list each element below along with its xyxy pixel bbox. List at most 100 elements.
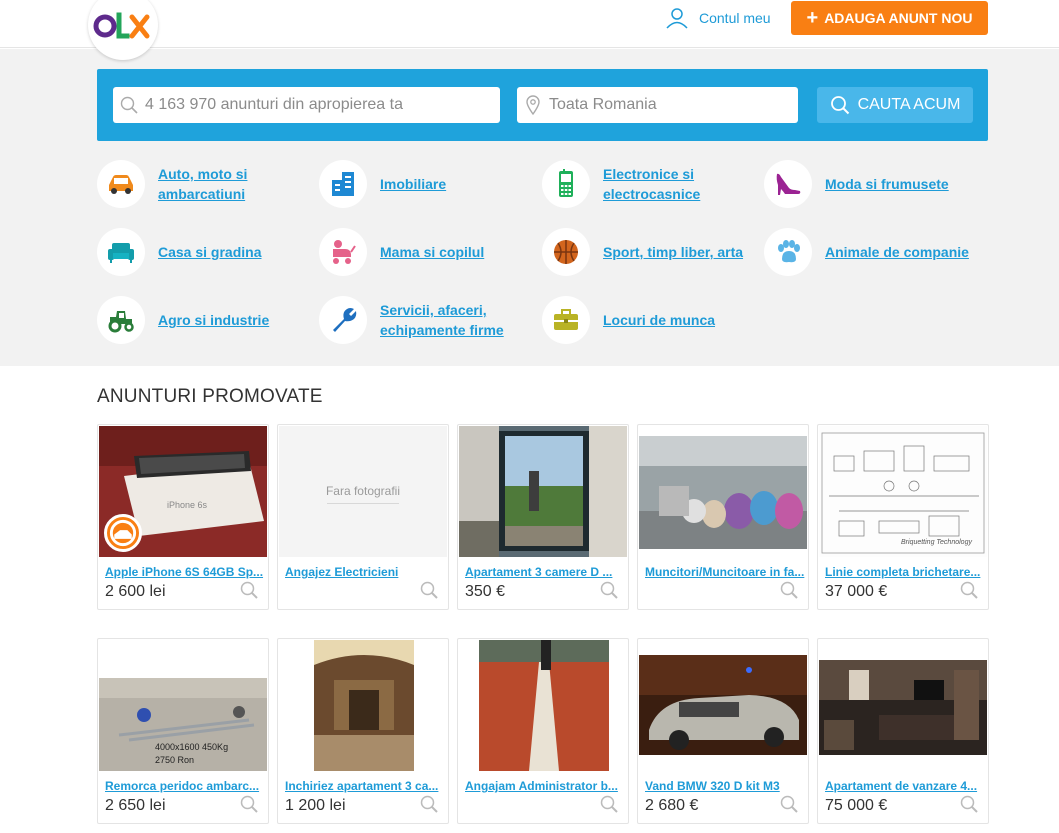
listing-photo	[639, 426, 807, 557]
listing-price: 350 €	[465, 583, 506, 600]
listing-price: 2 600 lei	[105, 583, 166, 600]
category-label: Animale de companie	[825, 244, 969, 260]
search-bar: CAUTA ACUM	[97, 69, 988, 141]
location-input[interactable]	[549, 87, 798, 123]
trailer-price-caption: 2750 Ron	[155, 755, 194, 765]
listing-card[interactable]: Apartament 3 camere D ... 350 €	[457, 424, 629, 610]
location-pin-icon	[517, 95, 549, 115]
category-servicii[interactable]: Servicii, afaceri, echipamente firme	[319, 296, 534, 344]
add-listing-button[interactable]: + ADAUGA ANUNT NOU	[791, 1, 988, 35]
listing-price: 37 000 €	[825, 583, 888, 600]
category-imobiliare[interactable]: Imobiliare	[319, 160, 534, 208]
listing-photo	[639, 640, 807, 771]
wrench-icon	[319, 296, 367, 344]
zoom-icon[interactable]	[240, 795, 258, 813]
promoted-title: ANUNTURI PROMOVATE	[97, 386, 323, 407]
listing-card[interactable]: 4000x1600 450Kg 2750 Ron Remorca peridoc…	[97, 638, 269, 824]
zoom-icon[interactable]	[420, 795, 438, 813]
drawing-caption: Briquetting Technology	[901, 539, 972, 546]
car-icon	[97, 160, 145, 208]
listing-card[interactable]: Inchiriez apartament 3 ca... 1 200 lei	[277, 638, 449, 824]
category-animale[interactable]: Animale de companie	[764, 228, 979, 276]
listing-photo	[819, 640, 987, 771]
account-link[interactable]: Contul meu	[665, 6, 771, 30]
search-icon	[830, 95, 850, 115]
listing-photo	[279, 640, 447, 771]
zoom-icon[interactable]	[960, 581, 978, 599]
category-casa[interactable]: Casa si gradina	[97, 228, 312, 276]
listing-photo-placeholder: Fara fotografii	[279, 426, 447, 557]
listing-card[interactable]: Muncitori/Muncitoare in fa...	[637, 424, 809, 610]
listing-price: 2 650 lei	[105, 797, 166, 814]
box-label: iPhone 6s	[167, 500, 208, 510]
category-label: Locuri de munca	[603, 312, 716, 328]
no-photo-text: Fara fotografii	[325, 484, 401, 498]
search-input[interactable]	[145, 87, 500, 123]
category-label: Auto, moto si ambarcatiuni	[158, 166, 248, 202]
delivery-badge-icon	[104, 514, 142, 552]
listing-photo: iPhone 6s	[99, 426, 267, 557]
listing-photo	[459, 640, 627, 771]
listing-card[interactable]: Fara fotografii Angajez Electricieni	[277, 424, 449, 610]
category-locuri-munca[interactable]: Locuri de munca	[542, 296, 757, 344]
plus-icon: +	[806, 7, 819, 29]
buildings-icon	[319, 160, 367, 208]
listing-title[interactable]: Angajez Electricieni	[285, 565, 445, 579]
briefcase-icon	[542, 296, 590, 344]
account-label: Contul meu	[699, 10, 771, 26]
category-label: Imobiliare	[380, 176, 447, 192]
category-label: Electronice si electrocasnice	[603, 166, 701, 202]
category-moda[interactable]: Moda si frumusete	[764, 160, 979, 208]
listing-card[interactable]: iPhone 6s Apple iPhone 6S 64GB Sp... 2 6…	[97, 424, 269, 610]
category-electronice[interactable]: Electronice si electrocasnice	[542, 160, 757, 208]
listing-title[interactable]: Angajam Administrator b...	[465, 779, 625, 793]
zoom-icon[interactable]	[960, 795, 978, 813]
listing-title[interactable]: Apartament de vanzare 4...	[825, 779, 985, 793]
category-label: Sport, timp liber, arta	[603, 244, 744, 260]
listing-price: 2 680 €	[645, 797, 699, 814]
location-input-wrap	[517, 87, 798, 123]
zoom-icon[interactable]	[780, 795, 798, 813]
search-button[interactable]: CAUTA ACUM	[817, 87, 973, 123]
basketball-icon	[542, 228, 590, 276]
category-label: Casa si gradina	[158, 244, 262, 260]
listing-title[interactable]: Remorca peridoc ambarc...	[105, 779, 265, 793]
listing-photo: 4000x1600 450Kg 2750 Ron	[99, 640, 267, 771]
zoom-icon[interactable]	[780, 581, 798, 599]
listing-card[interactable]: Apartament de vanzare 4... 75 000 €	[817, 638, 989, 824]
olx-logo-mark	[93, 12, 150, 39]
category-mama[interactable]: Mama si copilul	[319, 228, 534, 276]
category-label: Moda si frumusete	[825, 176, 949, 192]
divider	[327, 503, 399, 504]
category-label: Agro si industrie	[158, 312, 270, 328]
listing-card[interactable]: Vand BMW 320 D kit M3 2 680 €	[637, 638, 809, 824]
search-button-label: CAUTA ACUM	[857, 96, 961, 113]
listing-card[interactable]: Briquetting Technology Linie completa br…	[817, 424, 989, 610]
search-icon	[113, 96, 145, 114]
listing-title[interactable]: Inchiriez apartament 3 ca...	[285, 779, 445, 793]
listing-title[interactable]: Vand BMW 320 D kit M3	[645, 779, 805, 793]
search-query-wrap	[113, 87, 500, 123]
paw-icon	[764, 228, 812, 276]
stroller-icon	[319, 228, 367, 276]
listing-price: 1 200 lei	[285, 797, 346, 814]
listing-card[interactable]: Angajam Administrator b...	[457, 638, 629, 824]
listing-title[interactable]: Apple iPhone 6S 64GB Sp...	[105, 565, 265, 579]
zoom-icon[interactable]	[240, 581, 258, 599]
zoom-icon[interactable]	[600, 581, 618, 599]
listing-title[interactable]: Muncitori/Muncitoare in fa...	[645, 565, 805, 579]
listing-price: 75 000 €	[825, 797, 888, 814]
high-heel-icon	[764, 160, 812, 208]
listing-title[interactable]: Linie completa brichetare...	[825, 565, 985, 579]
sofa-icon	[97, 228, 145, 276]
category-agro[interactable]: Agro si industrie	[97, 296, 312, 344]
tractor-icon	[97, 296, 145, 344]
category-auto[interactable]: Auto, moto si ambarcatiuni	[97, 160, 312, 208]
category-label: Servicii, afaceri, echipamente firme	[380, 302, 504, 338]
zoom-icon[interactable]	[600, 795, 618, 813]
listing-photo: Briquetting Technology	[819, 426, 987, 557]
user-icon	[665, 7, 689, 29]
zoom-icon[interactable]	[420, 581, 438, 599]
listing-title[interactable]: Apartament 3 camere D ...	[465, 565, 625, 579]
category-sport[interactable]: Sport, timp liber, arta	[542, 228, 757, 276]
